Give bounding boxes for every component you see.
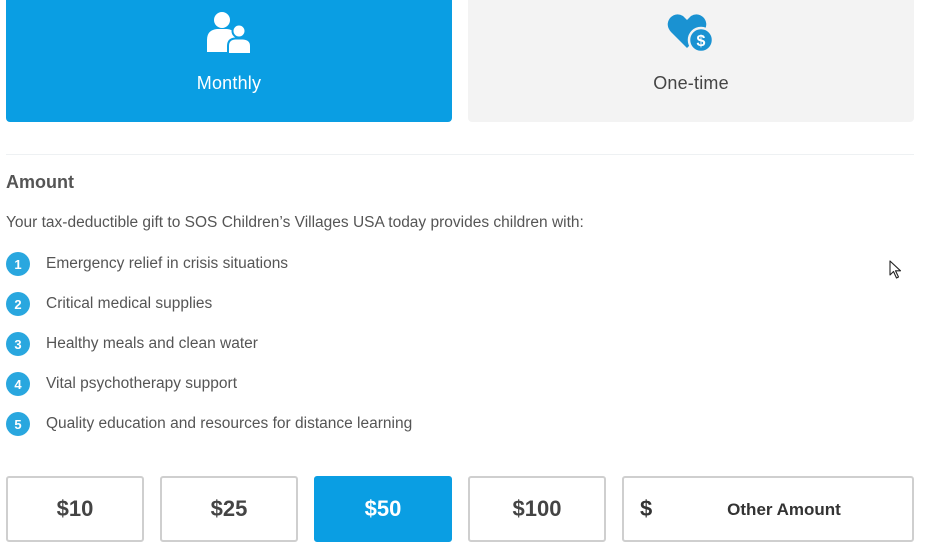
- benefit-text: Emergency relief in crisis situations: [46, 255, 289, 272]
- amount-button-25[interactable]: $25: [160, 476, 298, 542]
- benefit-item: 3 Healthy meals and clean water: [6, 332, 412, 372]
- tab-monthly-label: Monthly: [196, 73, 262, 93]
- mouse-pointer-icon: [889, 260, 902, 279]
- amount-button-50[interactable]: $50: [314, 476, 452, 542]
- amount-heading: Amount: [6, 172, 74, 192]
- tab-monthly[interactable]: Monthly: [6, 0, 452, 122]
- benefit-number-badge: 4: [6, 372, 30, 396]
- other-amount-input[interactable]: [664, 488, 904, 532]
- amount-button-10[interactable]: $10: [6, 476, 144, 542]
- benefit-list: 1 Emergency relief in crisis situations …: [6, 252, 412, 452]
- benefit-text: Critical medical supplies: [46, 295, 213, 312]
- amount-button-100[interactable]: $100: [468, 476, 606, 542]
- donation-form: Monthly $ One-time Amount Your tax-deduc…: [0, 0, 928, 548]
- benefit-text: Vital psychotherapy support: [46, 375, 237, 392]
- benefit-text: Quality education and resources for dist…: [46, 415, 413, 432]
- tab-one-time[interactable]: $ One-time: [468, 0, 914, 122]
- benefit-number-badge: 5: [6, 412, 30, 436]
- benefit-number-badge: 2: [6, 292, 30, 316]
- tab-one-time-label: One-time: [653, 73, 729, 93]
- family-icon: [207, 12, 252, 55]
- heart-dollar-icon: $: [667, 14, 715, 54]
- section-divider: [6, 154, 914, 155]
- benefit-item: 1 Emergency relief in crisis situations: [6, 252, 412, 292]
- currency-symbol: $: [640, 496, 653, 521]
- benefit-number-badge: 1: [6, 252, 30, 276]
- benefit-item: 5 Quality education and resources for di…: [6, 412, 412, 452]
- benefit-number-badge: 3: [6, 332, 30, 356]
- amount-intro-text: Your tax-deductible gift to SOS Children…: [6, 214, 584, 231]
- benefit-item: 4 Vital psychotherapy support: [6, 372, 412, 412]
- other-amount-field[interactable]: $: [622, 476, 914, 542]
- svg-text:$: $: [697, 33, 706, 50]
- benefit-item: 2 Critical medical supplies: [6, 292, 412, 332]
- benefit-text: Healthy meals and clean water: [46, 335, 258, 352]
